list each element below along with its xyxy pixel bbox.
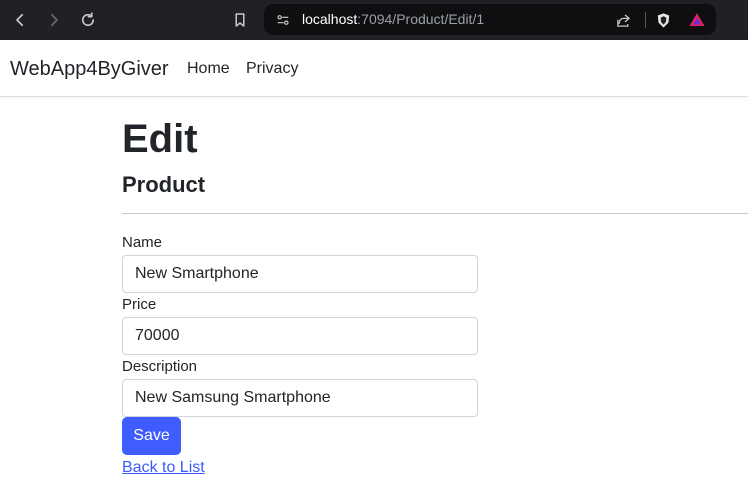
- back-to-list-link[interactable]: Back to List: [122, 459, 205, 477]
- brave-rewards-icon[interactable]: [688, 11, 706, 29]
- price-label: Price: [122, 296, 157, 313]
- name-input[interactable]: [122, 255, 478, 293]
- address-divider: [645, 12, 646, 28]
- address-host: localhost: [302, 11, 358, 27]
- navbar-brand[interactable]: WebApp4ByGiver: [10, 58, 169, 81]
- page-subtitle: Product: [122, 172, 206, 197]
- name-label: Name: [122, 234, 163, 251]
- browser-toolbar: localhost:7094/Product/Edit/1: [0, 0, 748, 40]
- site-settings-icon[interactable]: [274, 11, 292, 29]
- nav-link-home[interactable]: Home: [187, 60, 230, 78]
- divider: [122, 213, 748, 214]
- reload-icon[interactable]: [76, 8, 100, 32]
- app-navbar: WebApp4ByGiver Home Privacy: [0, 40, 748, 97]
- brave-shield-icon[interactable]: [654, 11, 672, 29]
- forward-icon[interactable]: [42, 8, 66, 32]
- bookmark-icon[interactable]: [228, 8, 252, 32]
- description-input[interactable]: [122, 379, 478, 417]
- save-button[interactable]: Save: [122, 417, 181, 455]
- share-icon[interactable]: [614, 11, 632, 29]
- address-path: :7094/Product/Edit/1: [357, 11, 485, 27]
- price-input[interactable]: [122, 317, 478, 355]
- address-bar[interactable]: localhost:7094/Product/Edit/1: [264, 4, 716, 35]
- page-title: Edit: [122, 117, 198, 161]
- nav-link-privacy[interactable]: Privacy: [246, 60, 298, 78]
- address-url[interactable]: localhost:7094/Product/Edit/1: [302, 11, 484, 27]
- back-icon[interactable]: [8, 8, 32, 32]
- description-label: Description: [122, 358, 198, 375]
